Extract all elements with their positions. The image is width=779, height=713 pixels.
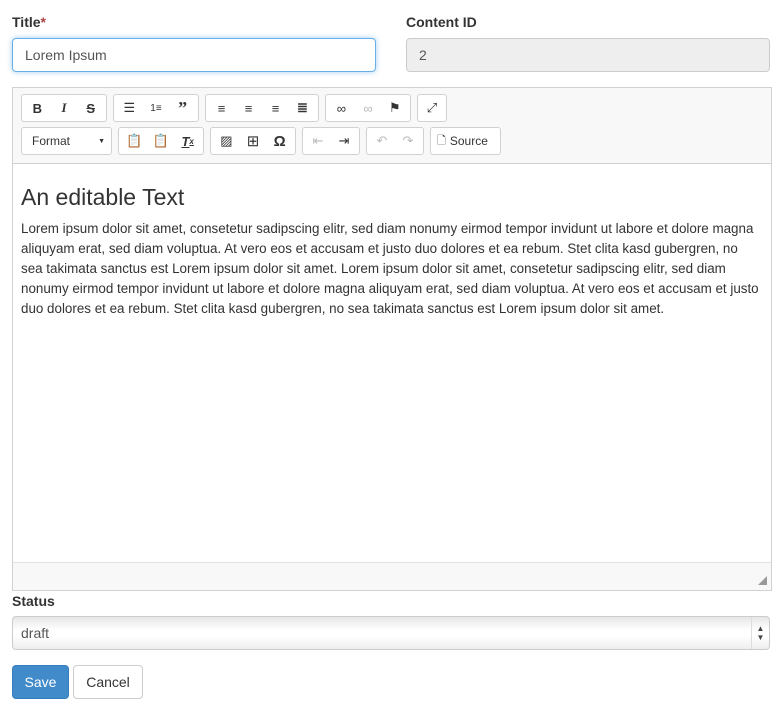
bulleted-list-icon[interactable]: ☰	[116, 96, 143, 120]
status-label: Status	[12, 593, 55, 609]
bold-icon[interactable]: B	[24, 96, 51, 120]
required-mark: *	[40, 14, 46, 30]
special-char-icon[interactable]: Ω	[266, 129, 293, 153]
indent-icon[interactable]: ⇥	[331, 129, 357, 153]
image-icon[interactable]: ▨	[213, 129, 240, 153]
editor-content[interactable]: An editable Text Lorem ipsum dolor sit a…	[13, 164, 771, 319]
blockquote-icon[interactable]: ”	[169, 96, 196, 120]
numbered-list-icon[interactable]: 1≡	[143, 96, 170, 120]
status-value: draft	[21, 625, 50, 641]
caret-down-icon: ▼	[98, 137, 105, 145]
italic-icon[interactable]: I	[51, 96, 78, 120]
justify-icon[interactable]: ≣	[289, 96, 316, 120]
anchor-flag-icon[interactable]: ⚑	[381, 96, 408, 120]
unlink-icon[interactable]: ∞	[355, 96, 382, 120]
content-heading: An editable Text	[21, 184, 185, 210]
status-select[interactable]: draft ▲ ▼	[12, 616, 770, 650]
content-paragraph: Lorem ipsum dolor sit amet, consetetur s…	[21, 221, 759, 316]
title-input[interactable]: Lorem Ipsum	[12, 38, 376, 72]
align-right-icon[interactable]: ≡	[262, 96, 289, 120]
maximize-icon[interactable]: ⤢	[420, 96, 444, 120]
format-dropdown[interactable]: Format ▼	[21, 127, 112, 155]
align-center-icon[interactable]: ≡	[235, 96, 262, 120]
format-label: Format	[32, 134, 71, 148]
undo-icon[interactable]: ↶	[369, 129, 395, 153]
content-id-label: Content ID	[406, 14, 477, 30]
redo-icon[interactable]: ↷	[395, 129, 421, 153]
strikethrough-icon[interactable]: S	[77, 96, 104, 120]
select-arrows-icon: ▲ ▼	[751, 617, 769, 649]
cancel-button[interactable]: Cancel	[73, 665, 143, 699]
outdent-icon[interactable]: ⇤	[305, 129, 331, 153]
source-button[interactable]: 🗋 Source	[430, 127, 501, 155]
remove-format-icon[interactable]: Tx	[174, 129, 201, 153]
title-label-text: Title	[12, 14, 41, 30]
paste-text-icon[interactable]: 📋	[121, 129, 148, 153]
source-doc-icon: 🗋	[437, 134, 446, 147]
resize-grip-icon[interactable]	[758, 576, 767, 585]
content-id-field: 2	[406, 38, 770, 72]
source-label: Source	[449, 134, 488, 148]
rich-text-editor: B I S ☰ 1≡ ” ≡ ≡ ≡ ≣ ∞ ∞ ⚑ ⤢ Format ▼ 📋 📋…	[12, 87, 772, 591]
table-icon[interactable]: ⊞	[240, 129, 267, 153]
editor-toolbar: B I S ☰ 1≡ ” ≡ ≡ ≡ ≣ ∞ ∞ ⚑ ⤢ Format ▼ 📋 📋…	[13, 88, 771, 164]
save-button[interactable]: Save	[12, 665, 69, 699]
editor-status-bar	[13, 562, 771, 590]
title-label: Title*	[12, 14, 46, 30]
paste-word-icon[interactable]: 📋	[148, 129, 175, 153]
link-icon[interactable]: ∞	[328, 96, 355, 120]
align-left-icon[interactable]: ≡	[208, 96, 235, 120]
